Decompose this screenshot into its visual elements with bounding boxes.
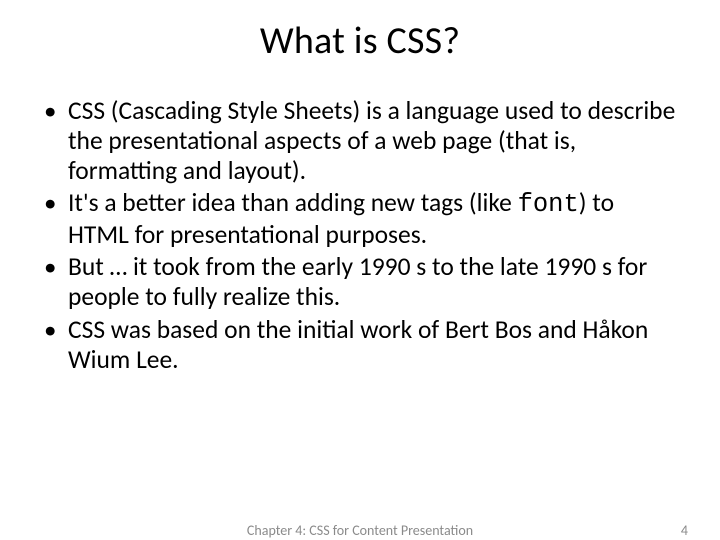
bullet-text: CSS was based on the initial work of Ber…	[68, 314, 648, 375]
list-item: CSS was based on the initial work of Ber…	[40, 315, 680, 375]
bullet-code: font	[518, 190, 579, 219]
footer-chapter-label: Chapter 4: CSS for Content Presentation	[0, 522, 720, 539]
bullet-list: CSS (Cascading Style Sheets) is a langua…	[40, 96, 680, 375]
list-item: It's a better idea than adding new tags …	[40, 188, 680, 250]
slide: What is CSS? CSS (Cascading Style Sheets…	[0, 0, 720, 540]
slide-body: CSS (Cascading Style Sheets) is a langua…	[0, 64, 720, 375]
list-item: But … it took from the early 1990 s to t…	[40, 252, 680, 312]
list-item: CSS (Cascading Style Sheets) is a langua…	[40, 96, 680, 186]
page-number: 4	[681, 522, 688, 539]
slide-title: What is CSS?	[0, 0, 720, 64]
bullet-text: But … it took from the early 1990 s to t…	[68, 251, 647, 312]
bullet-text: CSS (Cascading Style Sheets) is a langua…	[68, 95, 675, 186]
bullet-text-pre: It's a better idea than adding new tags …	[68, 187, 518, 218]
